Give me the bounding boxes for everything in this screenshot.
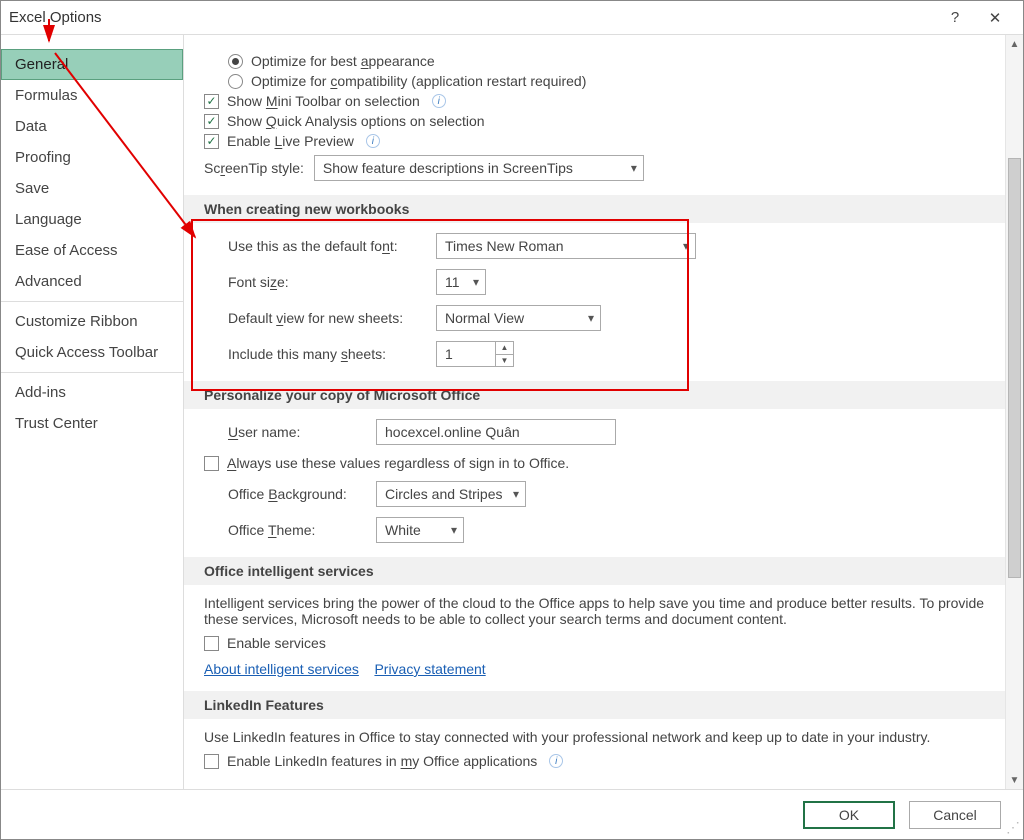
info-icon[interactable] [366, 134, 380, 148]
user-name-label: User name: [228, 424, 368, 440]
ok-button[interactable]: OK [803, 801, 895, 829]
radio-optimize-appearance-label: Optimize for best appearance [251, 53, 435, 69]
spinner-up-icon[interactable]: ▲ [496, 342, 513, 355]
window-title: Excel Options [9, 9, 935, 26]
screentip-select[interactable]: Show feature descriptions in ScreenTips [314, 155, 644, 181]
check-enable-linkedin-label: Enable LinkedIn features in my Office ap… [227, 753, 537, 769]
info-icon[interactable] [549, 754, 563, 768]
check-quick-analysis-label: Show Quick Analysis options on selection [227, 113, 485, 129]
default-view-label: Default view for new sheets: [228, 310, 428, 326]
intelligent-desc: Intelligent services bring the power of … [204, 595, 991, 627]
check-mini-toolbar-label: Show Mini Toolbar on selection [227, 93, 420, 109]
section-linkedin: LinkedIn Features [184, 691, 1005, 719]
scroll-down-icon[interactable]: ▼ [1006, 771, 1023, 789]
sidebar-item-formulas[interactable]: Formulas [1, 80, 183, 111]
help-button[interactable]: ? [935, 9, 975, 26]
default-font-label: Use this as the default font: [228, 238, 428, 254]
linkedin-desc: Use LinkedIn features in Office to stay … [204, 729, 991, 745]
user-name-input[interactable]: hocexcel.online Quân [376, 419, 616, 445]
close-button[interactable]: ✕ [975, 9, 1015, 27]
sidebar-item-general[interactable]: General [1, 49, 183, 80]
section-intelligent: Office intelligent services [184, 557, 1005, 585]
sheets-count-spinner[interactable]: 1 ▲▼ [436, 341, 514, 367]
section-personalize: Personalize your copy of Microsoft Offic… [184, 381, 1005, 409]
sidebar-item-trust-center[interactable]: Trust Center [1, 408, 183, 439]
cancel-button[interactable]: Cancel [909, 801, 1001, 829]
sidebar-item-data[interactable]: Data [1, 111, 183, 142]
radio-optimize-compat-label: Optimize for compatibility (application … [251, 73, 586, 89]
excel-options-dialog: Excel Options ? ✕ General Formulas Data … [0, 0, 1024, 840]
sidebar-item-add-ins[interactable]: Add-ins [1, 377, 183, 408]
font-size-label: Font size: [228, 274, 428, 290]
sidebar: General Formulas Data Proofing Save Lang… [1, 35, 184, 789]
info-icon[interactable] [432, 94, 446, 108]
section-new-workbooks: When creating new workbooks [184, 195, 1005, 223]
check-quick-analysis[interactable] [204, 114, 219, 129]
check-enable-services-label: Enable services [227, 635, 326, 651]
check-enable-services[interactable] [204, 636, 219, 651]
resize-grip-icon[interactable]: ⋰ [1006, 822, 1020, 836]
check-always-use-label: Always use these values regardless of si… [227, 455, 569, 471]
spinner-down-icon[interactable]: ▼ [496, 355, 513, 367]
check-always-use[interactable] [204, 456, 219, 471]
office-theme-label: Office Theme: [228, 522, 368, 538]
sidebar-item-advanced[interactable]: Advanced [1, 266, 183, 297]
sidebar-item-ease-of-access[interactable]: Ease of Access [1, 235, 183, 266]
check-live-preview-label: Enable Live Preview [227, 133, 354, 149]
radio-optimize-compat[interactable] [228, 74, 243, 89]
default-view-select[interactable]: Normal View [436, 305, 601, 331]
radio-optimize-appearance[interactable] [228, 54, 243, 69]
font-size-select[interactable]: 11 [436, 269, 486, 295]
office-theme-select[interactable]: White [376, 517, 464, 543]
sidebar-item-proofing[interactable]: Proofing [1, 142, 183, 173]
scrollbar-thumb[interactable] [1008, 158, 1021, 578]
dialog-footer: OK Cancel ⋰ [1, 789, 1023, 839]
sidebar-item-language[interactable]: Language [1, 204, 183, 235]
office-background-select[interactable]: Circles and Stripes [376, 481, 526, 507]
office-background-label: Office Background: [228, 486, 368, 502]
sheets-count-label: Include this many sheets: [228, 346, 428, 362]
sidebar-item-customize-ribbon[interactable]: Customize Ribbon [1, 306, 183, 337]
link-about-intelligent[interactable]: About intelligent services [204, 661, 359, 677]
content-pane: Optimize for best appearance Optimize fo… [184, 35, 1023, 789]
sidebar-item-save[interactable]: Save [1, 173, 183, 204]
scroll-up-icon[interactable]: ▲ [1006, 35, 1023, 53]
sidebar-item-quick-access-toolbar[interactable]: Quick Access Toolbar [1, 337, 183, 368]
vertical-scrollbar[interactable]: ▲ ▼ [1005, 35, 1023, 789]
check-enable-linkedin[interactable] [204, 754, 219, 769]
link-privacy-statement[interactable]: Privacy statement [374, 661, 485, 677]
screentip-label: ScreenTip style: [204, 160, 304, 176]
check-live-preview[interactable] [204, 134, 219, 149]
default-font-select[interactable]: Times New Roman [436, 233, 696, 259]
check-mini-toolbar[interactable] [204, 94, 219, 109]
titlebar: Excel Options ? ✕ [1, 1, 1023, 35]
